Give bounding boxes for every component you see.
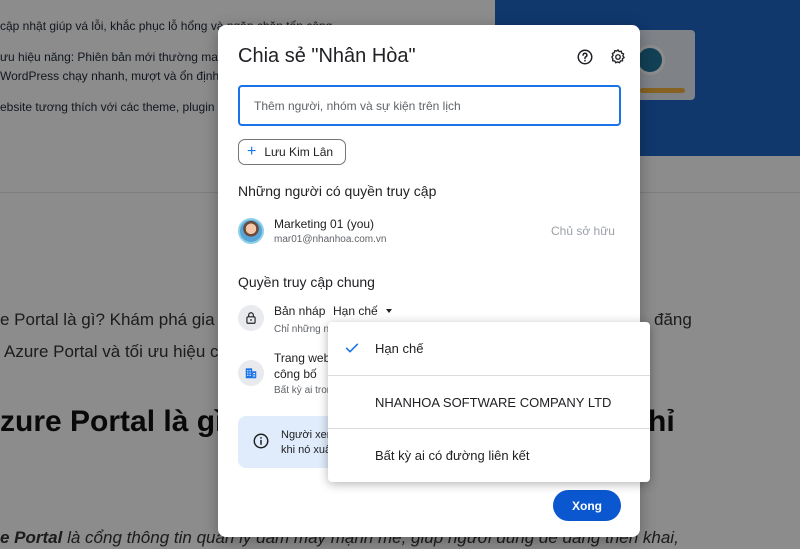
caret-down-icon: [385, 309, 392, 313]
person-email: mar01@nhanhoa.com.vn: [274, 234, 387, 245]
menu-item-label: Bất kỳ ai có đường liên kết: [375, 447, 530, 463]
suggestion-chip[interactable]: + Lưu Kim Lân: [238, 139, 347, 165]
check-icon: [344, 340, 360, 361]
building-icon: [238, 360, 264, 386]
role-label: Chủ sở hữu: [551, 224, 615, 238]
menu-item-organization[interactable]: NHANHOA SOFTWARE COMPANY LTD: [328, 376, 650, 428]
web-sub: Bất kỳ ai tron: [274, 385, 333, 396]
chip-label: Lưu Kim Lân: [264, 145, 334, 159]
general-access-title: Quyền truy cập chung: [238, 274, 375, 290]
dialog-title: Chia sẻ "Nhân Hòa": [238, 45, 416, 67]
web-label-line1: Trang web: [274, 351, 331, 365]
draft-sub: Chỉ những n: [274, 324, 330, 335]
access-select[interactable]: Hạn chế: [333, 304, 392, 318]
plus-icon: +: [247, 143, 257, 160]
draft-label: Bản nháp: [274, 304, 326, 318]
avatar: [238, 218, 264, 244]
gear-icon[interactable]: [608, 47, 628, 67]
menu-item-label: NHANHOA SOFTWARE COMPANY LTD: [375, 394, 612, 410]
menu-item-anyone-with-link[interactable]: Bất kỳ ai có đường liên kết: [328, 429, 650, 481]
people-section-title: Những người có quyền truy cập: [238, 183, 437, 199]
share-input[interactable]: [238, 85, 621, 126]
done-button[interactable]: Xong: [553, 490, 621, 521]
access-select-value: Hạn chế: [333, 304, 378, 318]
help-icon[interactable]: [575, 47, 595, 67]
info-icon: [252, 432, 270, 455]
menu-item-label: Hạn chế: [375, 340, 424, 356]
web-label-line2: công bố: [274, 367, 317, 381]
lock-icon: [238, 305, 264, 331]
person-name: Marketing 01 (you): [274, 217, 375, 231]
access-dropdown-menu: Hạn chế NHANHOA SOFTWARE COMPANY LTD Bất…: [328, 322, 650, 482]
menu-item-restricted[interactable]: Hạn chế: [328, 322, 650, 374]
